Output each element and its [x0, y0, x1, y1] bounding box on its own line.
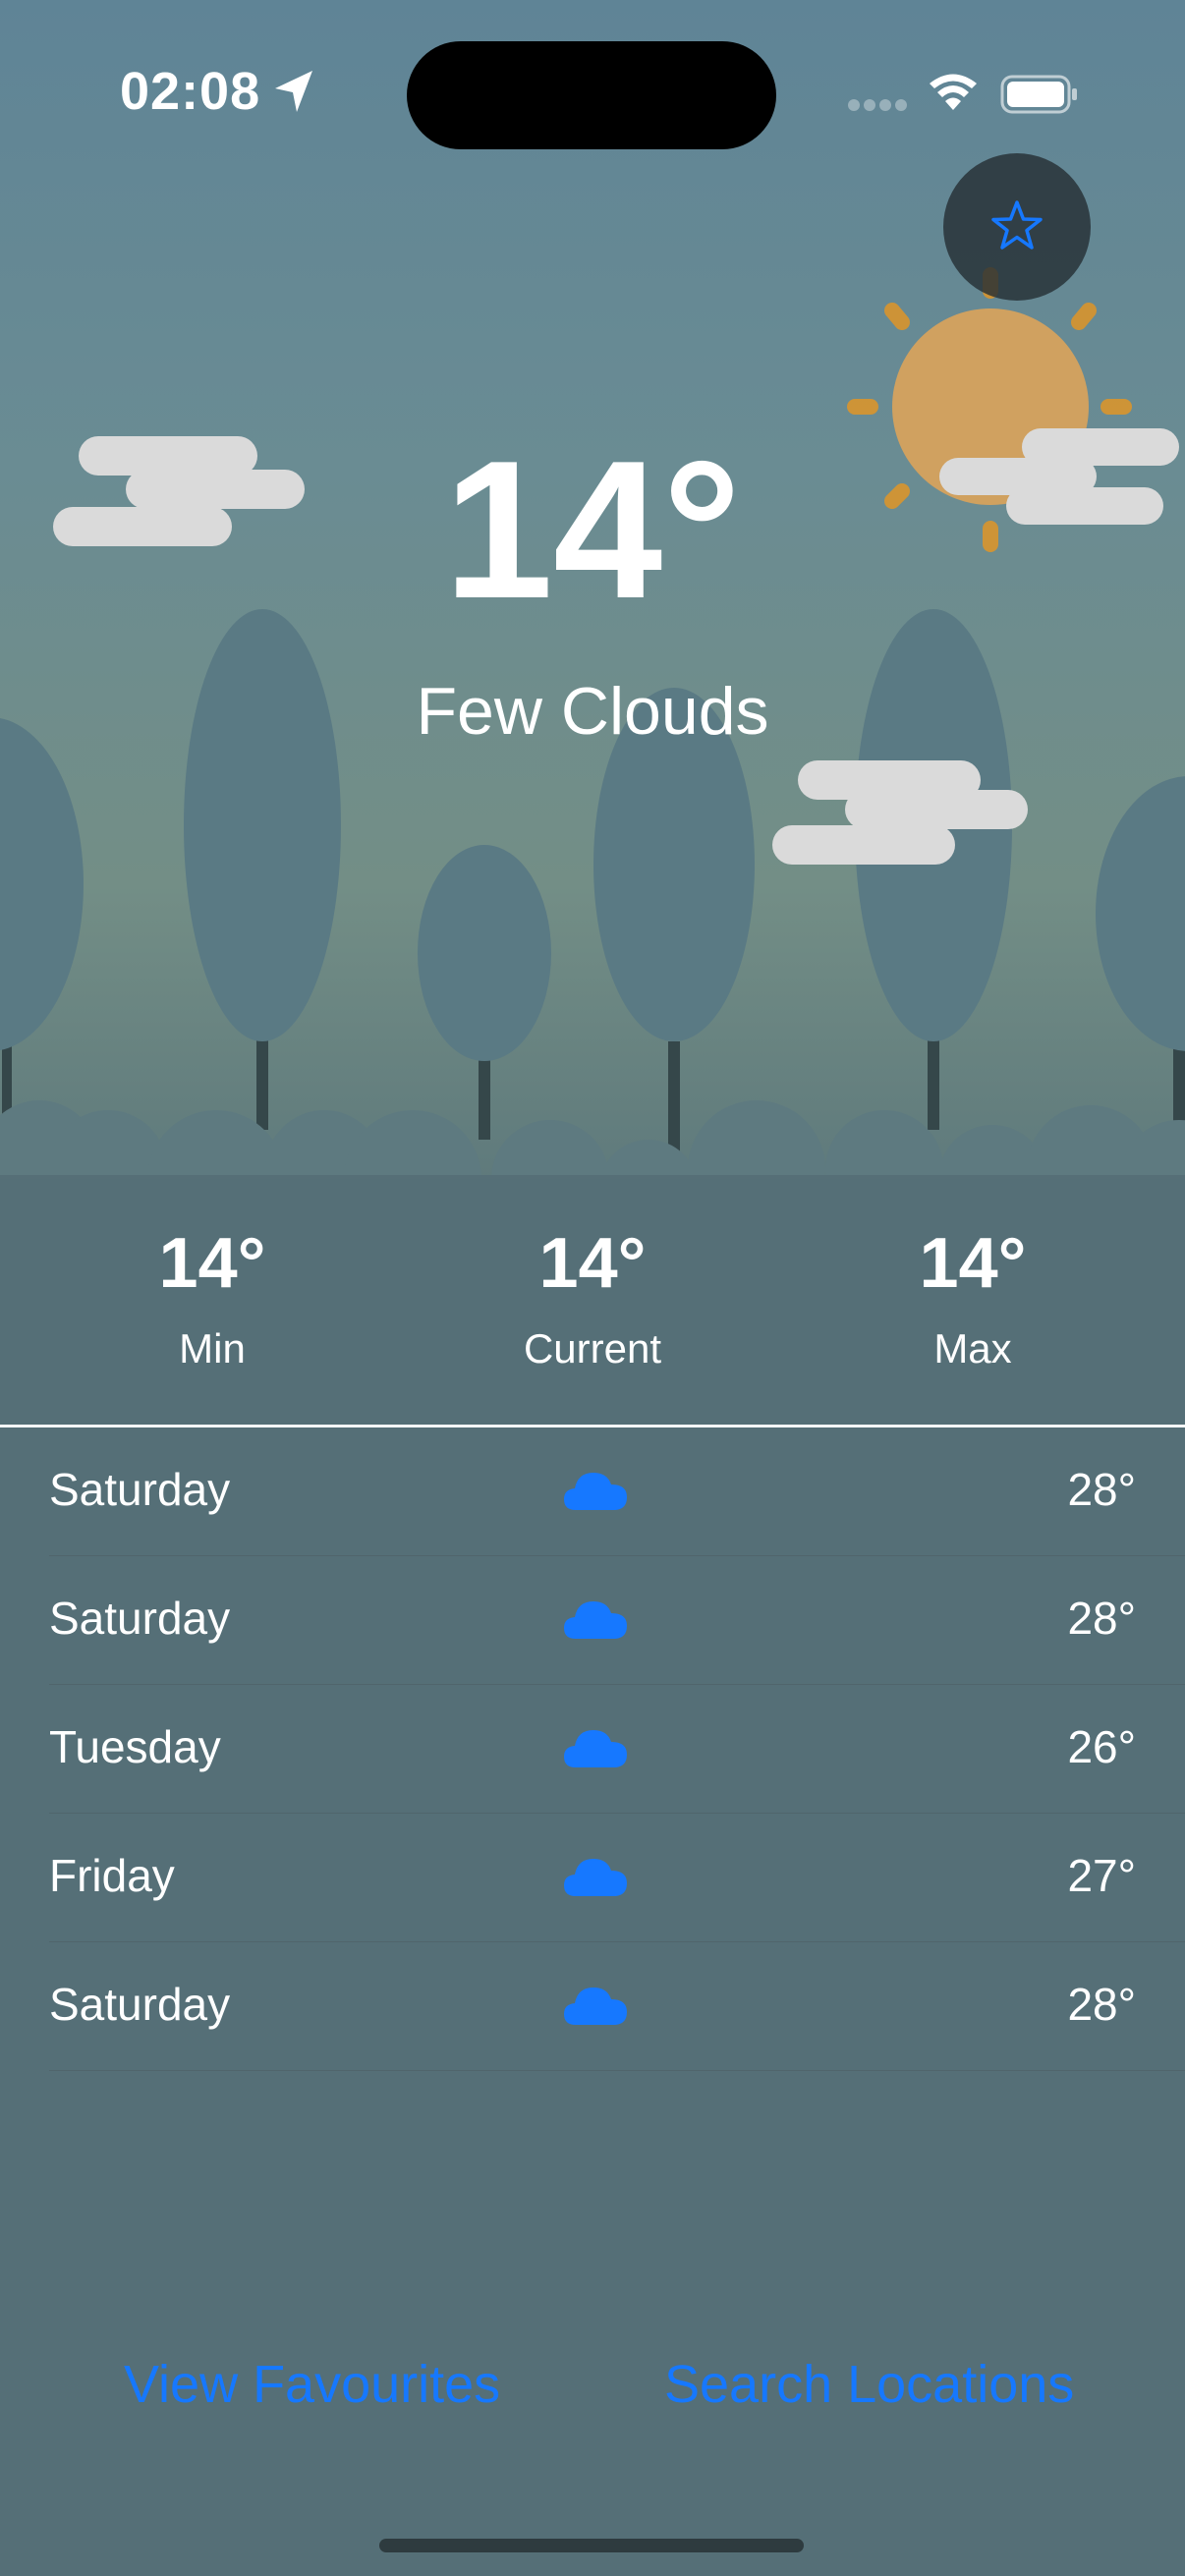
forecast-temp: 26° — [1067, 1721, 1136, 1772]
search-locations-button[interactable]: Search Locations — [664, 2358, 1074, 2411]
cloud-icon — [564, 1988, 627, 2025]
cloud-icon — [564, 1601, 627, 1639]
favourite-button[interactable] — [943, 153, 1091, 301]
cloud-icon — [564, 1859, 627, 1896]
stat-max-label: Max — [933, 1325, 1012, 1372]
cellular-signal-icon — [848, 99, 907, 111]
stat-min: 14° Min — [65, 1228, 360, 1370]
forecast-temp: 27° — [1067, 1850, 1136, 1901]
bottom-actions: View Favourites Search Locations — [0, 2358, 1185, 2436]
stat-current: 14° Current — [445, 1228, 740, 1370]
forecast-row[interactable]: Saturday 28° — [49, 1556, 1185, 1685]
forecast-day: Saturday — [49, 1593, 231, 1644]
location-arrow-icon — [275, 71, 312, 112]
stat-min-value: 14° — [158, 1224, 266, 1303]
forecast-temp: 28° — [1067, 1593, 1136, 1644]
stat-max: 14° Max — [825, 1228, 1120, 1370]
cloud-icon — [564, 1473, 627, 1510]
dynamic-island — [407, 41, 776, 149]
forecast-row[interactable]: Saturday 28° — [49, 1428, 1185, 1556]
status-time: 02:08 — [120, 62, 261, 121]
forecast-day: Saturday — [49, 1979, 231, 2030]
stat-min-label: Min — [179, 1325, 246, 1372]
cloud-icon — [564, 1730, 627, 1767]
forecast-day: Friday — [49, 1850, 175, 1901]
forecast-list: Saturday 28° Saturday 28° Tuesday 26° Fr… — [0, 1428, 1185, 2071]
view-favourites-button[interactable]: View Favourites — [124, 2358, 500, 2411]
forecast-day: Tuesday — [49, 1721, 221, 1772]
forecast-temp: 28° — [1067, 1979, 1136, 2030]
star-icon — [991, 200, 1043, 250]
temperature-stats: 14° Min 14° Current 14° Max — [0, 1228, 1185, 1385]
battery-icon — [1000, 75, 1077, 114]
forecast-row[interactable]: Tuesday 26° — [49, 1685, 1185, 1814]
wifi-icon — [930, 74, 977, 110]
current-temperature: 14° — [443, 420, 742, 640]
forecast-row[interactable]: Saturday 28° — [49, 1942, 1185, 2071]
forecast-temp: 28° — [1067, 1464, 1136, 1515]
stat-current-label: Current — [523, 1325, 662, 1372]
home-indicator[interactable] — [379, 2539, 804, 2552]
weather-condition: Few Clouds — [416, 674, 769, 749]
stat-max-value: 14° — [919, 1224, 1027, 1303]
stat-current-value: 14° — [538, 1224, 647, 1303]
forecast-row[interactable]: Friday 27° — [49, 1814, 1185, 1942]
forecast-day: Saturday — [49, 1464, 231, 1515]
